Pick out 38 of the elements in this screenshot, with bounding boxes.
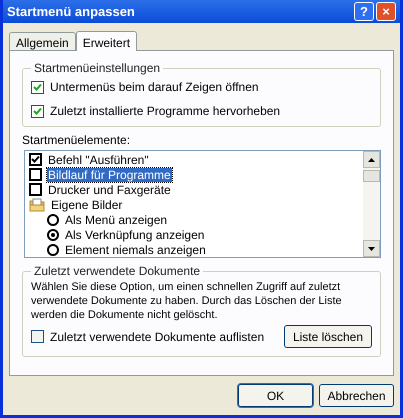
checkbox[interactable] (29, 183, 42, 196)
radio-button[interactable] (47, 228, 59, 240)
ok-button[interactable]: OK (238, 384, 313, 407)
option-label: Zuletzt verwendete Dokumente auflisten (50, 328, 264, 346)
option-label: Untermenüs beim darauf Zeigen öffnen (50, 79, 259, 96)
scrollbar[interactable] (363, 151, 380, 257)
option-label: Zuletzt installierte Programme hervorheben (50, 103, 280, 120)
list-item[interactable]: Bildlauf für Programme (47, 168, 172, 182)
up-arrow-icon (368, 158, 375, 162)
down-arrow-icon (368, 246, 375, 250)
description-text: Wählen Sie diese Option, um einen schnellen Zugriff auf zuletzt verwendete Dokumente zu haben. Durch das Löschen der Liste werden die Dokumente nicht gelöscht. (31, 280, 343, 322)
list-item[interactable]: Befehl "Ausführen" (47, 152, 150, 166)
checkbox[interactable] (31, 330, 44, 343)
group-title: Zuletzt verwendete Dokumente (33, 263, 202, 280)
clear-list-button[interactable]: Liste löschen (284, 325, 372, 348)
scroll-down-button[interactable] (363, 240, 380, 257)
checkbox[interactable] (29, 168, 42, 181)
list-item[interactable]: Drucker und Faxgeräte (47, 182, 172, 196)
checkbox[interactable] (29, 153, 42, 166)
tab[interactable]: Allgemein (9, 32, 76, 50)
group-title: Startmenüeinstellungen (33, 60, 162, 77)
list-item[interactable]: Als Verknüpfung anzeigen (64, 228, 206, 242)
tab[interactable]: Erweitert (76, 31, 138, 51)
list-item[interactable]: Eigene Bilder (50, 198, 124, 212)
folder-icon (29, 198, 45, 212)
checkbox[interactable] (31, 104, 44, 118)
scroll-thumb[interactable] (363, 170, 380, 182)
checkbox[interactable] (31, 80, 44, 94)
close-button[interactable]: × (376, 2, 396, 21)
radio-button[interactable] (47, 214, 59, 226)
scroll-up-button[interactable] (363, 151, 380, 168)
help-button[interactable]: ? (354, 2, 374, 21)
list-item[interactable]: Als Menü anzeigen (64, 212, 168, 226)
list-label: Startmenüelemente: (22, 132, 132, 149)
radio-button[interactable] (47, 244, 59, 256)
cancel-button[interactable]: Abbrechen (319, 384, 394, 407)
list-item[interactable]: Element niemals anzeigen (64, 242, 207, 256)
window-title: Startmenü anpassen (7, 2, 135, 21)
